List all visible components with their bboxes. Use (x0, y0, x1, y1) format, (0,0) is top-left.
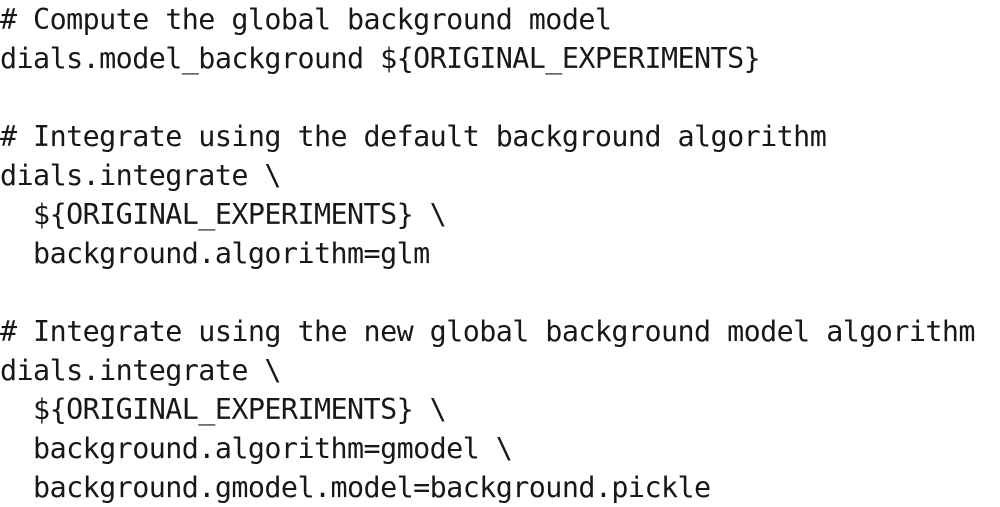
code-line: background.gmodel.model=background.pickl… (0, 471, 711, 504)
code-line: ${ORIGINAL_EXPERIMENTS} \ (0, 393, 447, 426)
code-line: dials.integrate \ (0, 159, 281, 192)
code-line: # Compute the global background model (0, 3, 612, 36)
code-line: # Integrate using the default background… (0, 120, 827, 153)
code-line: dials.model_background ${ORIGINAL_EXPERI… (0, 42, 761, 75)
code-line: background.algorithm=glm (0, 237, 430, 270)
code-line: dials.integrate \ (0, 354, 281, 387)
code-line: ${ORIGINAL_EXPERIMENTS} \ (0, 198, 447, 231)
code-line: background.algorithm=gmodel \ (0, 432, 513, 465)
code-block[interactable]: # Compute the global background model dia… (0, 0, 1000, 507)
code-listing: # Compute the global background model dia… (0, 0, 1000, 504)
code-line: # Integrate using the new global backgro… (0, 315, 976, 348)
